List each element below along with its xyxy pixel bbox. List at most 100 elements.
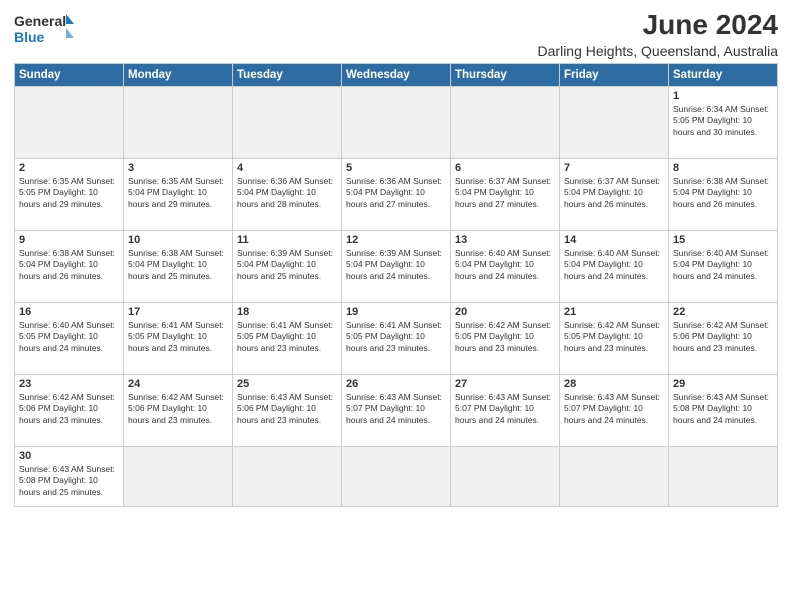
table-row (15, 86, 124, 158)
day-number: 9 (19, 234, 119, 246)
table-row: 27Sunrise: 6:43 AM Sunset: 5:07 PM Dayli… (451, 374, 560, 446)
day-number: 10 (128, 234, 228, 246)
table-row: 28 Sunrise: 6:43 AM Sunset: 5:07 PM Dayli… (560, 374, 669, 446)
day-number: 28 (564, 378, 664, 390)
day-info: Sunrise: 6:43 AM Sunset: 5:07 PM Dayligh… (346, 392, 446, 426)
table-row (342, 446, 451, 506)
table-row: 11 Sunrise: 6:39 AM Sunset: 5:04 PM Dayli… (233, 230, 342, 302)
day-info: Sunrise: 6:43 AM Sunset: 5:07 PM Dayligh… (564, 392, 664, 426)
day-info: Sunrise: 6:42 AM Sunset: 5:06 PM Dayligh… (673, 320, 773, 354)
day-number: 25 (237, 378, 337, 390)
day-info: Sunrise: 6:37 AM Sunset: 5:04 PM Dayligh… (564, 176, 664, 210)
table-row: 18Sunrise: 6:41 AM Sunset: 5:05 PM Dayli… (233, 302, 342, 374)
day-number: 20 (455, 306, 555, 318)
table-row: 2 Sunrise: 6:35 AM Sunset: 5:05 PM Daylig… (15, 158, 124, 230)
day-number: 7 (564, 162, 664, 174)
day-info: Sunrise: 6:42 AM Sunset: 5:06 PM Dayligh… (19, 392, 119, 426)
table-row (669, 446, 778, 506)
table-row: 1Sunrise: 6:34 AM Sunset: 5:05 PM Daylig… (669, 86, 778, 158)
table-row: 8 Sunrise: 6:38 AM Sunset: 5:04 PM Daylig… (669, 158, 778, 230)
week-row-6: 30 Sunrise: 6:43 AM Sunset: 5:08 PM Dayli… (15, 446, 778, 506)
col-saturday: Saturday (669, 63, 778, 86)
day-number: 8 (673, 162, 773, 174)
table-row: 16Sunrise: 6:40 AM Sunset: 5:05 PM Dayli… (15, 302, 124, 374)
day-info: Sunrise: 6:38 AM Sunset: 5:04 PM Dayligh… (19, 248, 119, 282)
table-row: 9 Sunrise: 6:38 AM Sunset: 5:04 PM Daylig… (15, 230, 124, 302)
day-number: 13 (455, 234, 555, 246)
table-row: 20 Sunrise: 6:42 AM Sunset: 5:05 PM Dayli… (451, 302, 560, 374)
col-monday: Monday (124, 63, 233, 86)
day-info: Sunrise: 6:41 AM Sunset: 5:05 PM Dayligh… (237, 320, 337, 354)
calendar-table: Sunday Monday Tuesday Wednesday Thursday… (14, 63, 778, 507)
table-row: 15Sunrise: 6:40 AM Sunset: 5:04 PM Dayli… (669, 230, 778, 302)
day-number: 23 (19, 378, 119, 390)
table-row: 30 Sunrise: 6:43 AM Sunset: 5:08 PM Dayli… (15, 446, 124, 506)
col-tuesday: Tuesday (233, 63, 342, 86)
table-row (233, 86, 342, 158)
header-row: Sunday Monday Tuesday Wednesday Thursday… (15, 63, 778, 86)
table-row (124, 446, 233, 506)
logo-svg: General Blue (14, 10, 74, 50)
table-row: 13 Sunrise: 6:40 AM Sunset: 5:04 PM Dayli… (451, 230, 560, 302)
week-row-1: 1Sunrise: 6:34 AM Sunset: 5:05 PM Daylig… (15, 86, 778, 158)
day-number: 5 (346, 162, 446, 174)
day-info: Sunrise: 6:38 AM Sunset: 5:04 PM Dayligh… (673, 176, 773, 210)
day-number: 22 (673, 306, 773, 318)
day-info: Sunrise: 6:42 AM Sunset: 5:05 PM Dayligh… (564, 320, 664, 354)
table-row: 12 Sunrise: 6:39 AM Sunset: 5:04 PM Dayli… (342, 230, 451, 302)
day-number: 1 (673, 90, 773, 102)
table-row: 14 Sunrise: 6:40 AM Sunset: 5:04 PM Dayli… (560, 230, 669, 302)
page: General Blue June 2024 Darling Heights, … (0, 0, 792, 612)
day-number: 12 (346, 234, 446, 246)
svg-text:General: General (14, 13, 66, 29)
col-wednesday: Wednesday (342, 63, 451, 86)
day-number: 11 (237, 234, 337, 246)
table-row: 10 Sunrise: 6:38 AM Sunset: 5:04 PM Dayli… (124, 230, 233, 302)
day-info: Sunrise: 6:43 AM Sunset: 5:08 PM Dayligh… (19, 464, 119, 498)
week-row-2: 2 Sunrise: 6:35 AM Sunset: 5:05 PM Daylig… (15, 158, 778, 230)
day-number: 4 (237, 162, 337, 174)
day-info: Sunrise: 6:43 AM Sunset: 5:07 PM Dayligh… (455, 392, 555, 426)
day-info: Sunrise: 6:35 AM Sunset: 5:05 PM Dayligh… (19, 176, 119, 210)
day-number: 2 (19, 162, 119, 174)
table-row: 3 Sunrise: 6:35 AM Sunset: 5:04 PM Daylig… (124, 158, 233, 230)
day-number: 24 (128, 378, 228, 390)
table-row: 17 Sunrise: 6:41 AM Sunset: 5:05 PM Dayli… (124, 302, 233, 374)
table-row (560, 86, 669, 158)
day-number: 30 (19, 450, 119, 462)
table-row: 23 Sunrise: 6:42 AM Sunset: 5:06 PM Dayli… (15, 374, 124, 446)
week-row-3: 9 Sunrise: 6:38 AM Sunset: 5:04 PM Daylig… (15, 230, 778, 302)
day-info: Sunrise: 6:38 AM Sunset: 5:04 PM Dayligh… (128, 248, 228, 282)
day-info: Sunrise: 6:40 AM Sunset: 5:04 PM Dayligh… (673, 248, 773, 282)
table-row (342, 86, 451, 158)
calendar-subtitle: Darling Heights, Queensland, Australia (538, 43, 778, 59)
day-number: 14 (564, 234, 664, 246)
table-row (560, 446, 669, 506)
day-number: 26 (346, 378, 446, 390)
day-number: 21 (564, 306, 664, 318)
week-row-5: 23 Sunrise: 6:42 AM Sunset: 5:06 PM Dayli… (15, 374, 778, 446)
day-info: Sunrise: 6:42 AM Sunset: 5:05 PM Dayligh… (455, 320, 555, 354)
day-info: Sunrise: 6:43 AM Sunset: 5:08 PM Dayligh… (673, 392, 773, 426)
day-info: Sunrise: 6:40 AM Sunset: 5:04 PM Dayligh… (455, 248, 555, 282)
col-friday: Friday (560, 63, 669, 86)
table-row (451, 446, 560, 506)
day-info: Sunrise: 6:36 AM Sunset: 5:04 PM Dayligh… (237, 176, 337, 210)
table-row: 6Sunrise: 6:37 AM Sunset: 5:04 PM Daylig… (451, 158, 560, 230)
week-row-4: 16Sunrise: 6:40 AM Sunset: 5:05 PM Dayli… (15, 302, 778, 374)
day-info: Sunrise: 6:35 AM Sunset: 5:04 PM Dayligh… (128, 176, 228, 210)
day-info: Sunrise: 6:37 AM Sunset: 5:04 PM Dayligh… (455, 176, 555, 210)
table-row: 7 Sunrise: 6:37 AM Sunset: 5:04 PM Daylig… (560, 158, 669, 230)
day-number: 17 (128, 306, 228, 318)
day-info: Sunrise: 6:36 AM Sunset: 5:04 PM Dayligh… (346, 176, 446, 210)
day-info: Sunrise: 6:39 AM Sunset: 5:04 PM Dayligh… (346, 248, 446, 282)
table-row: 21 Sunrise: 6:42 AM Sunset: 5:05 PM Dayli… (560, 302, 669, 374)
table-row: 29Sunrise: 6:43 AM Sunset: 5:08 PM Dayli… (669, 374, 778, 446)
day-info: Sunrise: 6:40 AM Sunset: 5:04 PM Dayligh… (564, 248, 664, 282)
day-info: Sunrise: 6:41 AM Sunset: 5:05 PM Dayligh… (128, 320, 228, 354)
day-info: Sunrise: 6:39 AM Sunset: 5:04 PM Dayligh… (237, 248, 337, 282)
day-number: 3 (128, 162, 228, 174)
table-row (233, 446, 342, 506)
table-row (451, 86, 560, 158)
header: General Blue June 2024 Darling Heights, … (14, 10, 778, 59)
